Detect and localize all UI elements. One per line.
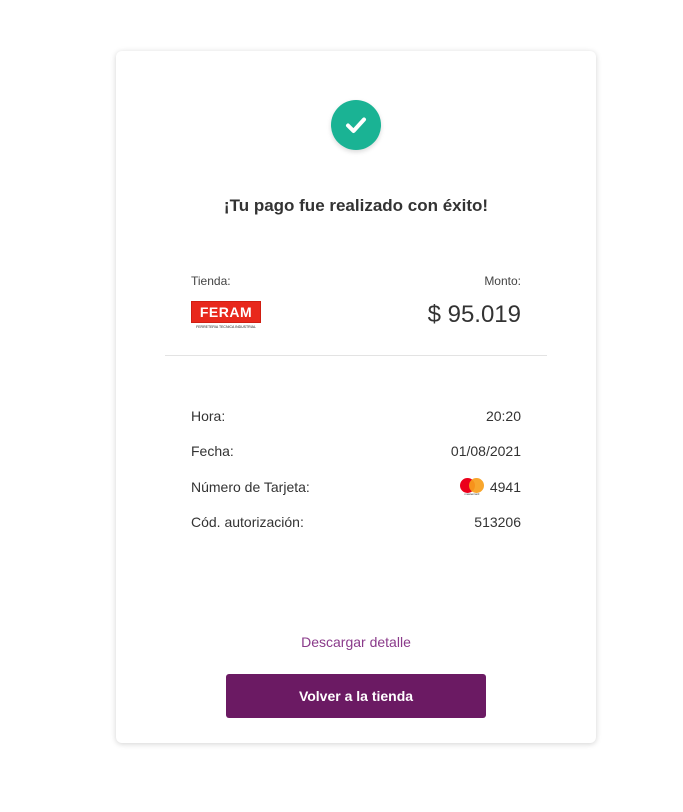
store-logo-text: FERAM <box>191 301 261 323</box>
back-to-store-button[interactable]: Volver a la tienda <box>226 674 486 718</box>
detail-label: Hora: <box>191 408 226 424</box>
detail-label: Fecha: <box>191 443 234 459</box>
detail-label: Cód. autorización: <box>191 514 304 530</box>
detail-row-autorizacion: Cód. autorización: 513206 <box>191 512 521 532</box>
download-detail-link[interactable]: Descargar detalle <box>116 634 596 650</box>
detail-label: Número de Tarjeta: <box>191 479 310 495</box>
store-logo: FERAM FERRETERIA TECNICA INDUSTRIAL <box>191 301 261 330</box>
payment-success-card: ¡Tu pago fue realizado con éxito! Tienda… <box>116 51 596 743</box>
detail-row-fecha: Fecha: 01/08/2021 <box>191 441 521 461</box>
detail-value: 20:20 <box>485 408 521 424</box>
divider <box>165 355 547 356</box>
mastercard-icon: mastercard <box>459 478 484 496</box>
amount-label: Monto: <box>484 274 521 288</box>
store-logo-tagline: FERRETERIA TECNICA INDUSTRIAL <box>196 325 256 329</box>
amount-value: $ 95.019 <box>427 301 521 328</box>
card-last-digits: 4941 <box>489 479 521 495</box>
detail-value-card: mastercard 4941 <box>459 478 521 496</box>
detail-row-hora: Hora: 20:20 <box>191 406 521 426</box>
detail-row-tarjeta: Número de Tarjeta: mastercard 4941 <box>191 477 521 497</box>
detail-value: 01/08/2021 <box>450 443 521 459</box>
store-label: Tienda: <box>191 274 231 288</box>
detail-value: 513206 <box>474 514 521 530</box>
check-icon <box>331 100 381 150</box>
success-title: ¡Tu pago fue realizado con éxito! <box>223 196 489 215</box>
